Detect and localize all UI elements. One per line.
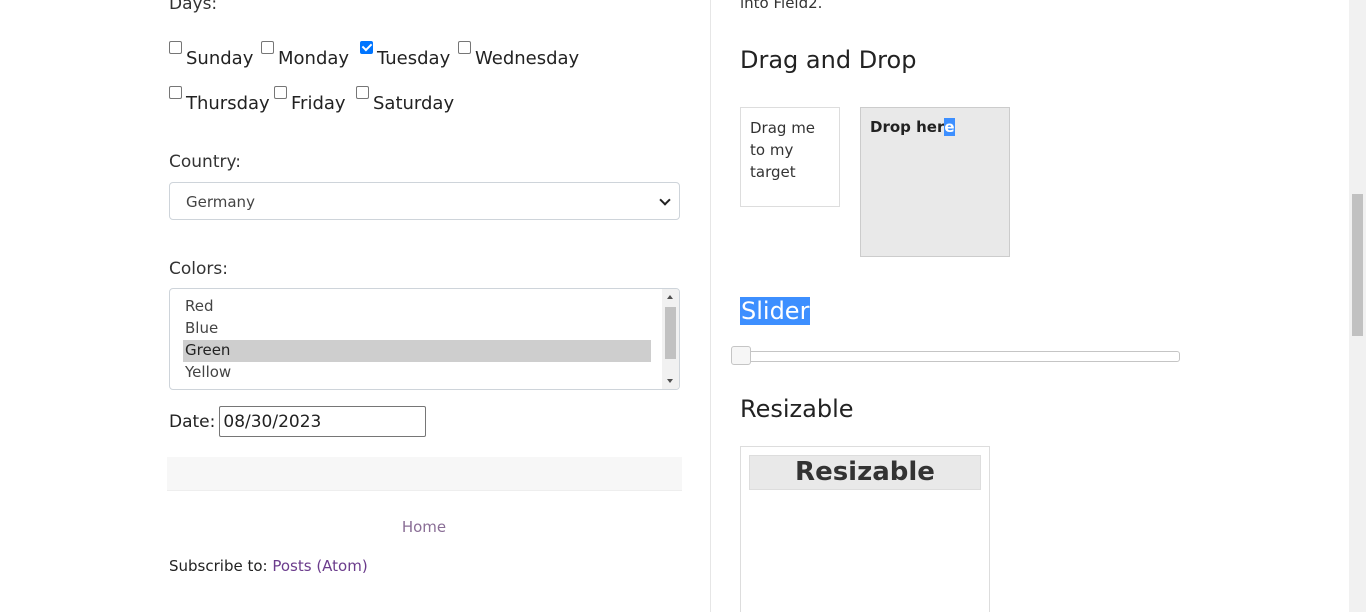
checkbox-tuesday[interactable]: Tuesday (360, 40, 450, 69)
slider-track[interactable] (740, 351, 1180, 362)
monday-checkbox-box[interactable] (261, 41, 274, 54)
date-label: Date: (169, 411, 216, 432)
checkbox-monday[interactable]: Monday (261, 40, 349, 69)
chevron-down-icon (659, 194, 671, 206)
footer-band (167, 457, 682, 491)
drop-text-highlight: e (944, 118, 955, 136)
page-scrollbar[interactable] (1349, 0, 1366, 612)
resizable-header: Resizable (749, 455, 981, 490)
slider-title: Slider (740, 297, 811, 325)
checkbox-sunday[interactable]: Sunday (169, 40, 253, 69)
column-divider (710, 0, 711, 612)
scrollbar-thumb[interactable] (665, 307, 676, 359)
scroll-down-icon[interactable] (667, 379, 673, 383)
checkbox-label: Wednesday (475, 48, 580, 69)
home-link[interactable]: Home (0, 518, 848, 536)
wednesday-checkbox-box[interactable] (458, 41, 471, 54)
list-item[interactable]: Red (183, 296, 651, 318)
colors-label: Colors: (169, 259, 228, 279)
subscribe-prefix: Subscribe to: (169, 557, 273, 575)
slider-handle[interactable] (731, 346, 751, 365)
country-select[interactable]: Germany (169, 182, 680, 220)
days-label: Days: (169, 0, 218, 14)
saturday-checkbox-box[interactable] (356, 86, 369, 99)
scroll-up-icon[interactable] (667, 295, 673, 299)
draggable-box[interactable]: Drag me to my target (740, 107, 840, 207)
droppable-box[interactable]: Drop here (860, 107, 1010, 257)
list-item[interactable]: Green (183, 340, 651, 362)
date-input[interactable] (219, 406, 427, 437)
colors-listbox[interactable]: Red Blue Green Yellow (169, 288, 680, 390)
checkbox-label: Thursday (186, 93, 270, 114)
checkbox-wednesday[interactable]: Wednesday (458, 40, 579, 69)
list-item[interactable]: Yellow (183, 362, 651, 384)
date-row: Date: (169, 406, 427, 437)
sunday-checkbox-box[interactable] (169, 41, 182, 54)
checkbox-label: Tuesday (377, 48, 451, 69)
page-scrollbar-thumb[interactable] (1352, 194, 1363, 336)
country-label: Country: (169, 152, 242, 172)
friday-checkbox-box[interactable] (274, 86, 287, 99)
listbox-scrollbar[interactable] (662, 289, 679, 389)
checkbox-saturday[interactable]: Saturday (356, 85, 454, 114)
checkbox-label: Saturday (373, 93, 455, 114)
resizable-title: Resizable (740, 395, 854, 423)
checkbox-friday[interactable]: Friday (274, 85, 346, 114)
checkbox-label: Monday (278, 48, 350, 69)
checkbox-label: Friday (291, 93, 346, 114)
drag-drop-title: Drag and Drop (740, 46, 917, 74)
checkbox-thursday[interactable]: Thursday (169, 85, 270, 114)
subscribe-line: Subscribe to: Posts (Atom) (169, 557, 368, 575)
drop-text: Drop her (870, 118, 945, 136)
thursday-checkbox-box[interactable] (169, 86, 182, 99)
posts-atom-link[interactable]: Posts (Atom) (272, 557, 367, 575)
tuesday-checkbox-box[interactable] (360, 41, 373, 54)
checkbox-label: Sunday (186, 48, 254, 69)
list-item[interactable]: Blue (183, 318, 651, 340)
clipped-text: into Field2. (740, 0, 823, 12)
country-select-value: Germany (186, 193, 255, 211)
resizable-box[interactable]: Resizable (740, 446, 990, 612)
